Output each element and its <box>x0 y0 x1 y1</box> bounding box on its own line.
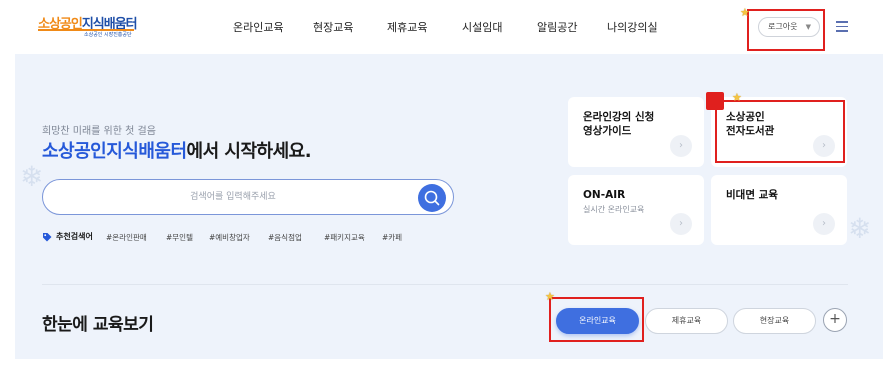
card-untact-education[interactable]: 비대면 교육 › <box>711 175 847 245</box>
card-title-line: 영상가이드 <box>583 125 632 137</box>
filter-partner-education[interactable]: 제휴교육 <box>645 308 728 334</box>
page: 소상공인지식배움터 소상공인 시장진흥공단 온라인교육 현장교육 제휴교육 시설… <box>0 0 883 370</box>
keyword-link[interactable]: #예비창업자 <box>209 232 250 243</box>
annotation-highlight-box <box>747 9 825 51</box>
hero-headline-accent: 소상공인지식배움터 <box>42 141 187 162</box>
keyword-link[interactable]: #음식점업 <box>268 232 302 243</box>
card-subtitle: 실시간 온라인교육 <box>583 205 645 214</box>
section-title: 한눈에 교육보기 <box>42 315 154 335</box>
hero-tagline: 희망찬 미래를 위한 첫 걸음 <box>42 126 156 137</box>
nav-field-education[interactable]: 현장교육 <box>313 19 353 35</box>
search-input[interactable] <box>63 188 403 206</box>
keyword-link[interactable]: #카페 <box>382 232 402 243</box>
card-on-air[interactable]: ON-AIR 실시간 온라인교육 › <box>568 175 704 245</box>
star-marker-icon: ★ <box>740 6 750 19</box>
search-button[interactable] <box>418 184 446 212</box>
card-title: 비대면 교육 <box>726 189 778 201</box>
card-title: 온라인강의 신청영상가이드 <box>583 110 654 138</box>
hamburger-menu-icon[interactable] <box>836 21 848 32</box>
search-icon <box>424 190 440 206</box>
chevron-right-icon[interactable]: › <box>670 135 692 157</box>
star-marker-icon: ★ <box>545 290 555 303</box>
keyword-link[interactable]: #무인텔 <box>166 232 193 243</box>
nav-notice[interactable]: 알림공간 <box>537 19 577 35</box>
snowflake-decoration-icon: ❄ <box>848 212 872 245</box>
keyword-link[interactable]: #패키지교육 <box>324 232 365 243</box>
nav-my-classroom[interactable]: 나의강의실 <box>607 19 658 35</box>
annotation-highlight-box <box>715 100 845 163</box>
search-box <box>42 179 454 215</box>
snowflake-decoration-icon: ❄ <box>20 160 44 193</box>
card-online-lecture-guide[interactable]: 온라인강의 신청영상가이드 › <box>568 97 704 167</box>
plus-icon[interactable]: + <box>823 308 847 332</box>
star-marker-icon: ★ <box>732 91 742 104</box>
chevron-right-icon[interactable]: › <box>670 213 692 235</box>
tag-icon <box>43 233 52 242</box>
hero-headline-rest: 에서 시작하세요. <box>186 141 312 162</box>
chevron-right-icon[interactable]: › <box>813 213 835 235</box>
nav-partner-education[interactable]: 제휴교육 <box>387 19 427 35</box>
filter-field-education[interactable]: 현장교육 <box>733 308 816 334</box>
nav-online-education[interactable]: 온라인교육 <box>233 19 284 35</box>
annotation-highlight-box <box>549 297 644 342</box>
hero-headline: 소상공인지식배움터에서 시작하세요. <box>42 137 312 163</box>
nav-facility-rental[interactable]: 시설임대 <box>462 19 502 35</box>
annotation-marker <box>706 92 724 110</box>
keyword-link[interactable]: #온라인판매 <box>106 232 147 243</box>
section-divider <box>42 284 848 285</box>
recommended-keywords-label: 추천검색어 <box>56 232 93 241</box>
card-title-line: 온라인강의 신청 <box>583 111 655 123</box>
card-title: ON-AIR <box>583 189 626 201</box>
